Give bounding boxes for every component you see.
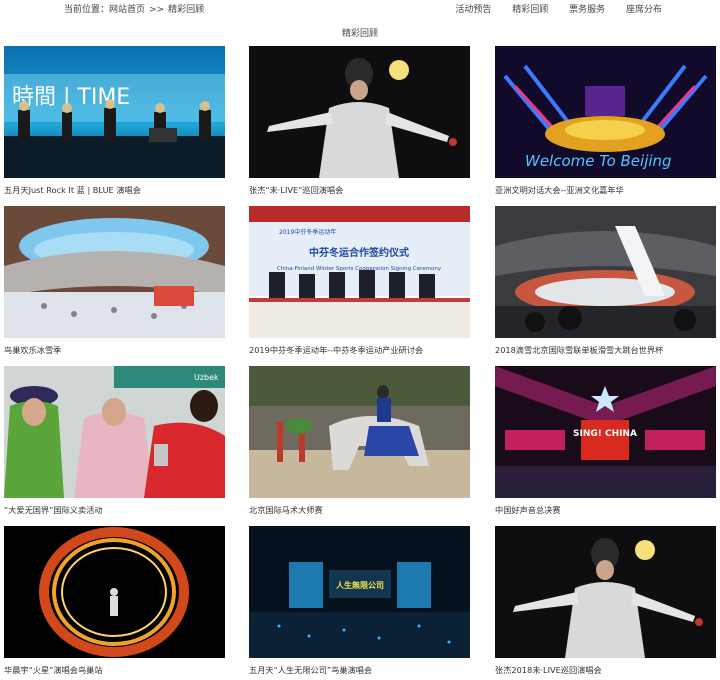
gallery-caption[interactable]: 鸟巢欢乐冰雪季 [4,344,225,356]
gallery-caption[interactable]: 2019中芬冬季运动年--中芬冬季运动产业研讨会 [249,344,470,356]
breadcrumb: 当前位置：网站首页 >> 精彩回顾 [64,2,204,15]
gallery-thumbnail[interactable]: 時間 | TIME [4,46,225,178]
gallery-caption[interactable]: 中国好声音总决赛 [495,504,716,516]
gallery-card[interactable]: 時間 | TIME 五月天Just Rock It 蓝 | BLUE 演唱会 [4,46,225,196]
gallery-caption[interactable]: 张杰“未·LIVE”巡回演唱会 [249,184,470,196]
gallery-thumbnail[interactable] [249,46,470,178]
thumb-text: Welcome To Beijing [525,152,672,170]
gallery-card[interactable]: 张杰“未·LIVE”巡回演唱会 [249,46,470,196]
nav-link-events[interactable]: 活动预告 [455,5,491,15]
gallery-thumbnail[interactable] [495,206,716,338]
gallery-thumbnail[interactable]: SING! CHINA [495,366,716,498]
breadcrumb-label: 当前位置： [64,5,110,15]
section-title: 精彩回顾 [341,29,378,39]
thumb-text: 人生無限公司 [336,580,384,590]
gallery-thumbnail[interactable]: Welcome To Beijing [495,46,716,178]
thumb-title: 中芬冬运合作签约仪式 [309,246,409,259]
thumb-header: 2019中芬冬季运动年 [279,228,336,236]
nav-link-seating[interactable]: 座席分布 [626,5,662,15]
gallery-caption[interactable]: 2018滴雪北京国际雪联单板滑雪大跳台世界杯 [495,344,716,356]
gallery-thumbnail[interactable] [249,366,470,498]
nav-link-tickets[interactable]: 票务服务 [569,5,605,15]
gallery-thumbnail[interactable] [495,526,716,658]
gallery-caption[interactable]: 五月天“人生无限公司”鸟巢演唱会 [249,664,470,676]
gallery-caption[interactable]: 张杰2018未·LIVE巡回演唱会 [495,664,716,676]
gallery-caption[interactable]: 华晨宇“火星”演唱会鸟巢站 [4,664,225,676]
gallery-thumbnail[interactable]: 2019中芬冬季运动年 中芬冬运合作签约仪式 China-Finland Win… [249,206,470,338]
gallery-card[interactable]: 华晨宇“火星”演唱会鸟巢站 [4,526,225,676]
gallery-card[interactable]: SING! CHINA 中国好声音总决赛 [495,366,716,516]
thumb-text: Uzbek [194,373,219,382]
gallery-caption[interactable]: “大爱无国界”国际义卖活动 [4,504,225,516]
gallery-caption[interactable]: 亚洲文明对话大会--亚洲文化嘉年华 [495,184,716,196]
gallery-card[interactable]: 人生無限公司 五月天“人生无限公司”鸟巢演唱会 [249,526,470,676]
gallery-thumbnail[interactable]: 人生無限公司 [249,526,470,658]
gallery-thumbnail[interactable] [4,206,225,338]
breadcrumb-home-link[interactable]: 网站首页 [109,5,145,15]
gallery-card[interactable]: 2019中芬冬季运动年 中芬冬运合作签约仪式 China-Finland Win… [249,206,470,356]
gallery-caption[interactable]: 北京国际马术大师赛 [249,504,470,516]
gallery-card[interactable]: 2018滴雪北京国际雪联单板滑雪大跳台世界杯 [495,206,716,356]
gallery-card[interactable]: 鸟巢欢乐冰雪季 [4,206,225,356]
gallery-caption[interactable]: 五月天Just Rock It 蓝 | BLUE 演唱会 [4,184,225,196]
gallery-card[interactable]: Uzbek “大爱无国界”国际义卖活动 [4,366,225,516]
gallery-card[interactable]: 北京国际马术大师赛 [249,366,470,516]
sub-nav: 活动预告 精彩回顾 票务服务 座席分布 [437,2,662,15]
gallery-thumbnail[interactable]: Uzbek [4,366,225,498]
gallery-card[interactable]: Welcome To Beijing 亚洲文明对话大会--亚洲文化嘉年华 [495,46,716,196]
nav-link-highlights[interactable]: 精彩回顾 [512,5,548,15]
gallery-thumbnail[interactable] [4,526,225,658]
gallery-card[interactable]: 张杰2018未·LIVE巡回演唱会 [495,526,716,676]
breadcrumb-current: 精彩回顾 [168,5,205,15]
top-bar: 当前位置：网站首页 >> 精彩回顾 活动预告 精彩回顾 票务服务 座席分布 [0,0,720,16]
breadcrumb-separator: >> [149,5,165,15]
thumb-text: SING! CHINA [573,429,637,439]
